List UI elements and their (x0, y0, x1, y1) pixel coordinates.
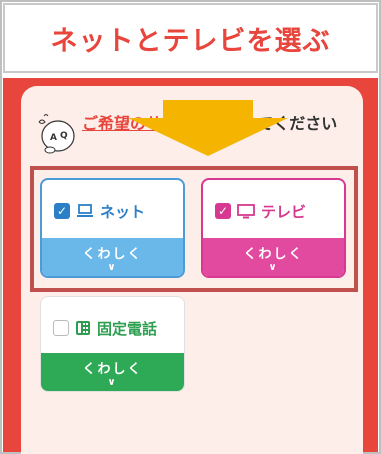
phone-icon (76, 321, 90, 335)
service-card-phone[interactable]: 固定電話 くわしく ∨ (40, 296, 185, 392)
tv-label: テレビ (261, 202, 307, 221)
down-arrow-icon (128, 100, 288, 156)
page-title: ネットとテレビを選ぶ (50, 25, 331, 57)
phone-details-label: くわしく (82, 361, 143, 377)
service-card-tv[interactable]: ✓ テレビ くわしく ∨ (201, 178, 346, 278)
chevron-down-icon: ∨ (268, 261, 279, 273)
phone-checkbox[interactable] (53, 320, 69, 336)
service-card-net[interactable]: ✓ ネット くわしく ∨ (40, 178, 185, 278)
phone-details-button[interactable]: くわしく ∨ (41, 353, 184, 391)
phone-label: 固定電話 (97, 319, 158, 338)
laptop-icon (77, 204, 93, 217)
tv-icon (237, 203, 255, 218)
net-details-label: くわしく (82, 246, 143, 262)
chevron-down-icon: ∨ (107, 376, 118, 388)
net-checkbox[interactable]: ✓ (54, 203, 70, 219)
chevron-down-icon: ∨ (107, 261, 118, 273)
svg-text:Q: Q (60, 131, 68, 141)
net-details-button[interactable]: くわしく ∨ (42, 238, 183, 276)
tv-details-label: くわしく (243, 246, 304, 262)
tv-checkbox[interactable]: ✓ (215, 203, 231, 219)
tv-details-button[interactable]: くわしく ∨ (203, 238, 344, 276)
page-header: ネットとテレビを選ぶ (3, 3, 378, 73)
mascot-icon: A Q (38, 114, 75, 154)
svg-text:A: A (50, 133, 57, 143)
net-label: ネット (100, 202, 146, 221)
